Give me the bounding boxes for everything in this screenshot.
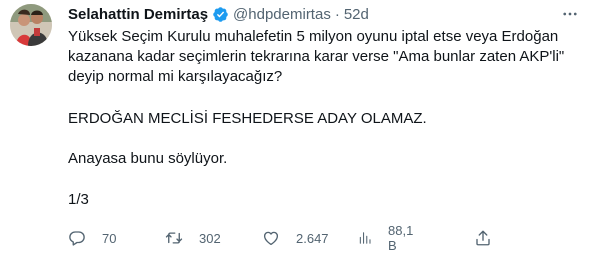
like-count: 2.647 bbox=[296, 230, 329, 246]
like-button[interactable]: 2.647 bbox=[262, 229, 329, 247]
views-chart-icon bbox=[359, 232, 371, 244]
share-icon bbox=[476, 230, 490, 246]
author-name[interactable]: Selahattin Demirtaş bbox=[68, 6, 208, 23]
tweet[interactable]: Selahattin Demirtaş @hdpdemirtas · 52d Y… bbox=[0, 0, 590, 253]
verified-badge-icon bbox=[213, 6, 228, 22]
views-button[interactable]: 88,1 B bbox=[358, 223, 417, 253]
view-count: 88,1 B bbox=[388, 223, 414, 253]
retweet-count: 302 bbox=[199, 230, 221, 246]
tweet-header: Selahattin Demirtaş @hdpdemirtas · 52d bbox=[68, 4, 369, 24]
share-button[interactable] bbox=[474, 229, 508, 247]
reply-count: 70 bbox=[102, 230, 117, 246]
reply-icon bbox=[69, 231, 85, 246]
avatar[interactable] bbox=[10, 4, 52, 46]
tweet-paragraph: Anayasa bunu söylüyor. bbox=[68, 150, 228, 167]
retweet-icon bbox=[165, 232, 183, 244]
tweet-paragraph: 1/3 bbox=[68, 191, 89, 208]
tweet-text: Yüksek Seçim Kurulu muhalefetin 5 milyon… bbox=[68, 27, 578, 208]
retweet-button[interactable]: 302 bbox=[165, 229, 221, 247]
reply-button[interactable]: 70 bbox=[68, 229, 116, 247]
author-handle[interactable]: @hdpdemirtas bbox=[233, 6, 331, 23]
heart-icon bbox=[263, 231, 279, 246]
avatar-image bbox=[10, 4, 52, 46]
tweet-paragraph: ERDOĞAN MECLİSİ FESHEDERSE ADAY OLAMAZ. bbox=[68, 110, 427, 127]
tweet-timestamp[interactable]: 52d bbox=[344, 6, 369, 23]
more-options-icon[interactable] bbox=[560, 4, 580, 24]
tweet-paragraph: Yüksek Seçim Kurulu muhalefetin 5 milyon… bbox=[68, 28, 565, 85]
separator-dot: · bbox=[334, 5, 340, 23]
